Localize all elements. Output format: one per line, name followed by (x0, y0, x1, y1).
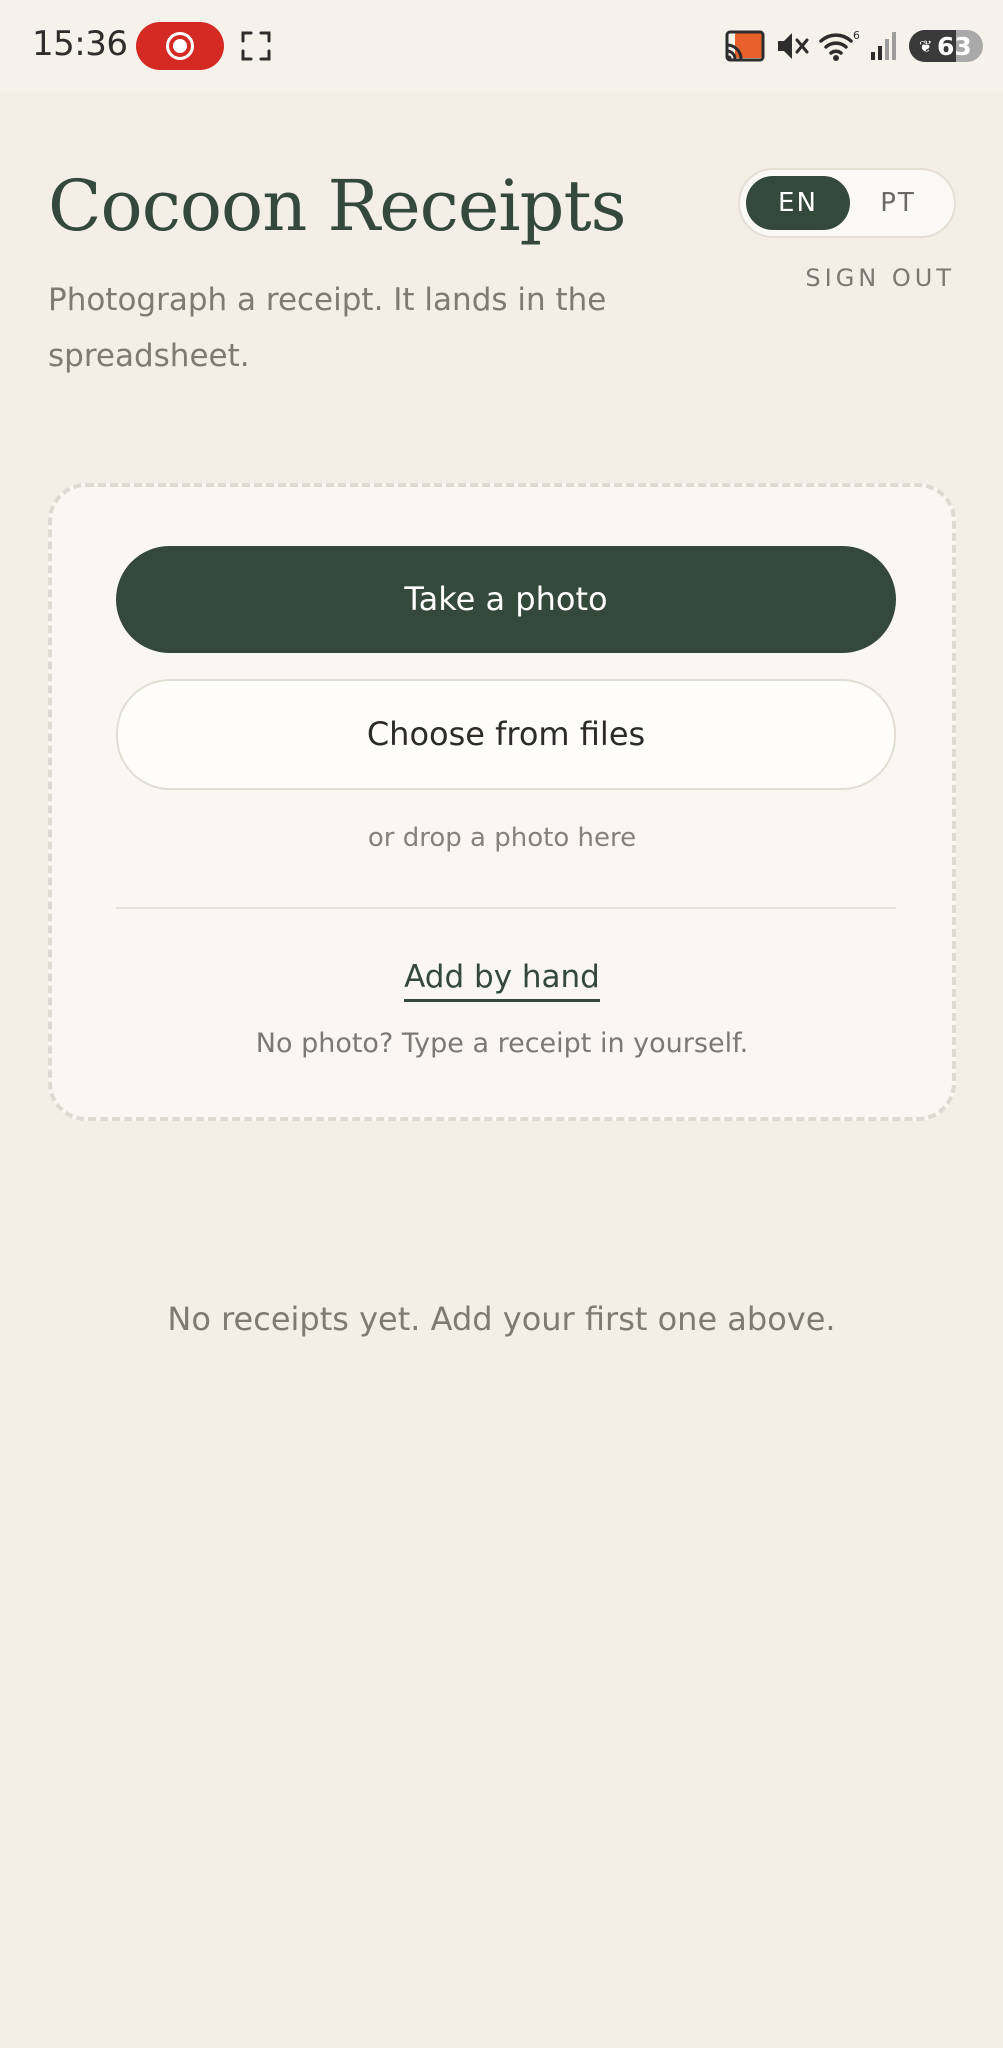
app-subtitle: Photograph a receipt. It lands in the sp… (48, 282, 607, 374)
language-toggle: EN PT (738, 168, 956, 238)
choose-files-button[interactable]: Choose from files (116, 679, 896, 790)
sign-out-link[interactable]: SIGN OUT (805, 264, 955, 292)
leaf-icon: ❦ (919, 39, 933, 56)
add-by-hand-row: Add by hand (52, 959, 952, 1002)
svg-text:6: 6 (853, 29, 859, 42)
language-option-en[interactable]: EN (746, 176, 850, 230)
mute-icon (778, 33, 809, 59)
record-dot (173, 39, 187, 53)
status-time: 15:36 (32, 24, 128, 64)
app-title: Cocoon Receipts (48, 165, 627, 247)
drop-hint: or drop a photo here (367, 823, 637, 853)
take-photo-button[interactable]: Take a photo (116, 546, 896, 653)
screen-record-icon[interactable] (136, 22, 224, 70)
wifi-icon: 6 (819, 29, 859, 61)
status-bar: 15:36 6 ❦ 63 (0, 0, 1003, 92)
status-icons: 6 ❦ 63 (725, 26, 983, 66)
add-by-hand-hint: No photo? Type a receipt in yourself. (255, 1028, 749, 1059)
battery-level: 63 (937, 32, 972, 61)
receipts-empty-state: No receipts yet. Add your first one abov… (167, 1300, 836, 1338)
battery-icon: ❦ 63 (909, 30, 983, 62)
cast-icon (725, 30, 765, 62)
language-option-pt[interactable]: PT (846, 176, 950, 230)
signal-icon (871, 32, 896, 60)
divider (116, 907, 896, 909)
upload-dropzone[interactable]: Take a photo Choose from files or drop a… (48, 483, 956, 1121)
expand-icon[interactable] (240, 30, 272, 62)
add-by-hand-link[interactable]: Add by hand (404, 959, 600, 1002)
